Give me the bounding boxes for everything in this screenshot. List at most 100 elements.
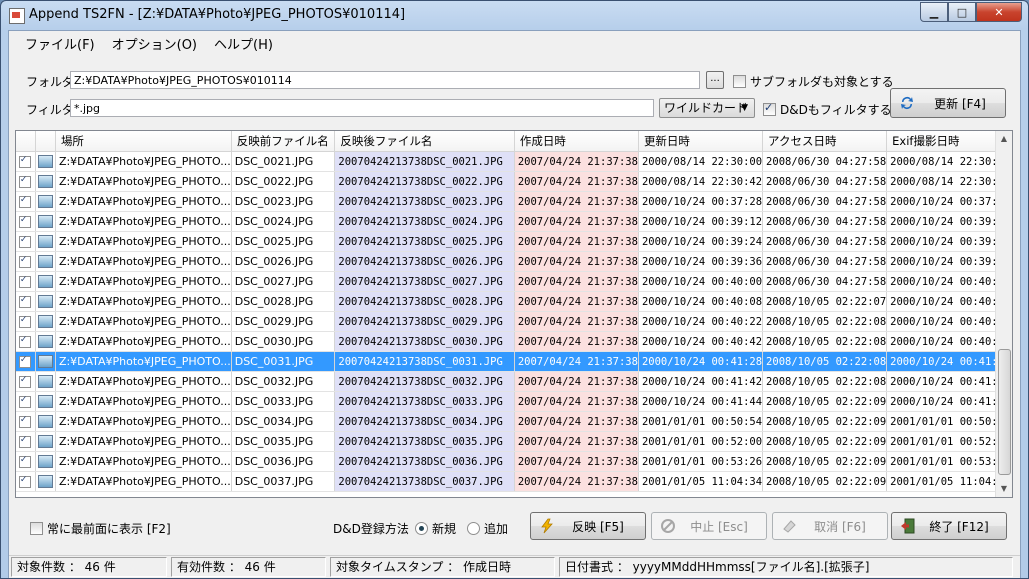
cell-newname: 20070424213738DSC_0030.JPG [334, 331, 515, 352]
radio-dot[interactable] [467, 522, 480, 535]
folder-input[interactable]: Z:¥DATA¥Photo¥JPEG_PHOTOS¥010114 [70, 71, 700, 89]
table-row[interactable]: Z:¥DATA¥Photo¥JPEG_PHOTO...DSC_0035.JPG2… [16, 431, 1012, 452]
row-checkbox-cell[interactable] [16, 171, 36, 192]
cell-modified: 2000/10/24 00:40:08 [638, 291, 764, 312]
table-row[interactable]: Z:¥DATA¥Photo¥JPEG_PHOTO...DSC_0027.JPG2… [16, 271, 1012, 292]
title-bar[interactable]: Append TS2FN - [Z:¥DATA¥Photo¥JPEG_PHOTO… [1, 1, 1028, 30]
subfolder-check-box[interactable] [733, 75, 746, 88]
column-header[interactable]: 反映後ファイル名 [334, 131, 515, 152]
column-header[interactable]: 反映前ファイル名 [231, 131, 336, 152]
menu-options[interactable]: オプション(O) [104, 31, 206, 53]
table-row[interactable]: Z:¥DATA¥Photo¥JPEG_PHOTO...DSC_0021.JPG2… [16, 151, 1012, 172]
column-header[interactable]: 更新日時 [638, 131, 764, 152]
row-checkbox[interactable] [19, 234, 32, 248]
table-row[interactable]: Z:¥DATA¥Photo¥JPEG_PHOTO...DSC_0029.JPG2… [16, 311, 1012, 332]
row-checkbox[interactable] [19, 274, 32, 288]
column-header[interactable]: アクセス日時 [762, 131, 888, 152]
row-checkbox-cell[interactable] [16, 311, 36, 332]
close-button[interactable]: ✕ [976, 2, 1022, 22]
row-checkbox-cell[interactable] [16, 211, 36, 232]
table-row[interactable]: Z:¥DATA¥Photo¥JPEG_PHOTO...DSC_0037.JPG2… [16, 471, 1012, 492]
row-checkbox-cell[interactable] [16, 151, 36, 172]
row-checkbox-cell[interactable] [16, 391, 36, 412]
row-checkbox[interactable] [19, 414, 32, 428]
maximize-button[interactable]: □ [948, 2, 976, 22]
row-checkbox[interactable] [19, 334, 32, 348]
row-checkbox-cell[interactable] [16, 411, 36, 432]
column-header[interactable]: 場所 [55, 131, 232, 152]
table-row[interactable]: Z:¥DATA¥Photo¥JPEG_PHOTO...DSC_0025.JPG2… [16, 231, 1012, 252]
cell-accessed: 2008/10/05 02:22:08 [762, 311, 888, 332]
table-row[interactable]: Z:¥DATA¥Photo¥JPEG_PHOTO...DSC_0036.JPG2… [16, 451, 1012, 472]
row-checkbox[interactable] [19, 254, 32, 268]
row-icon-cell [35, 391, 56, 412]
table-row[interactable]: Z:¥DATA¥Photo¥JPEG_PHOTO...DSC_0030.JPG2… [16, 331, 1012, 352]
row-checkbox-cell[interactable] [16, 371, 36, 392]
row-checkbox[interactable] [19, 294, 32, 308]
table-row[interactable]: Z:¥DATA¥Photo¥JPEG_PHOTO...DSC_0026.JPG2… [16, 251, 1012, 272]
subfolder-checkbox[interactable]: サブフォルダも対象とする [733, 73, 894, 90]
row-checkbox-cell[interactable] [16, 291, 36, 312]
table-row[interactable]: Z:¥DATA¥Photo¥JPEG_PHOTO...DSC_0024.JPG2… [16, 211, 1012, 232]
row-checkbox-cell[interactable] [16, 471, 36, 492]
always-on-top-checkbox[interactable]: 常に最前面に表示 [F2] [30, 520, 171, 537]
table-row[interactable]: Z:¥DATA¥Photo¥JPEG_PHOTO...DSC_0022.JPG2… [16, 171, 1012, 192]
table-row[interactable]: Z:¥DATA¥Photo¥JPEG_PHOTO...DSC_0031.JPG2… [16, 351, 1012, 372]
row-checkbox-cell[interactable] [16, 251, 36, 272]
row-checkbox[interactable] [19, 474, 32, 488]
row-icon-cell [35, 311, 56, 332]
dnd-filter-check-box[interactable] [763, 101, 776, 116]
row-checkbox[interactable] [19, 394, 32, 408]
cell-accessed: 2008/10/05 02:22:09 [762, 471, 888, 492]
dnd-mode-append-radio[interactable]: 追加 [467, 520, 508, 537]
cell-path: Z:¥DATA¥Photo¥JPEG_PHOTO... [55, 171, 232, 192]
minimize-button[interactable]: ▁ [920, 2, 948, 22]
row-checkbox-cell[interactable] [16, 331, 36, 352]
row-checkbox-cell[interactable] [16, 191, 36, 212]
row-checkbox[interactable] [19, 434, 32, 448]
row-checkbox[interactable] [19, 214, 32, 228]
row-checkbox[interactable] [19, 154, 32, 168]
menu-help[interactable]: ヘルプ(H) [206, 31, 282, 53]
column-header[interactable]: 作成日時 [514, 131, 639, 152]
table-row[interactable]: Z:¥DATA¥Photo¥JPEG_PHOTO...DSC_0023.JPG2… [16, 191, 1012, 212]
stop-button[interactable]: 中止 [Esc] [651, 512, 767, 540]
cell-modified: 2000/10/24 00:40:22 [638, 311, 764, 332]
row-checkbox[interactable] [19, 374, 32, 388]
row-checkbox-cell[interactable] [16, 231, 36, 252]
scroll-thumb[interactable] [998, 349, 1011, 475]
menu-file[interactable]: ファイル(F) [17, 31, 104, 53]
row-checkbox[interactable] [19, 314, 32, 328]
browse-button[interactable]: ... [706, 71, 724, 89]
app-icon[interactable] [9, 8, 25, 24]
refresh-button[interactable]: 更新 [F4] [890, 88, 1006, 118]
cancel-button[interactable]: 取消 [F6] [772, 512, 888, 540]
filter-mode-select[interactable]: ワイルドカード ▼ [659, 98, 755, 118]
table-row[interactable]: Z:¥DATA¥Photo¥JPEG_PHOTO...DSC_0028.JPG2… [16, 291, 1012, 312]
dnd-filter-checkbox[interactable]: D&Dもフィルタする [763, 101, 892, 118]
dnd-mode-new-radio[interactable]: 新規 [415, 520, 456, 537]
column-header[interactable] [16, 131, 36, 152]
table-row[interactable]: Z:¥DATA¥Photo¥JPEG_PHOTO...DSC_0032.JPG2… [16, 371, 1012, 392]
exit-button[interactable]: 終了 [F12] [891, 512, 1007, 540]
row-checkbox-cell[interactable] [16, 351, 36, 372]
apply-button[interactable]: 反映 [F5] [530, 512, 646, 540]
row-checkbox[interactable] [19, 354, 32, 368]
scroll-up-icon[interactable]: ▲ [996, 131, 1012, 147]
chevron-down-icon: ▼ [741, 103, 748, 113]
always-on-top-check-box[interactable] [30, 522, 43, 535]
row-checkbox-cell[interactable] [16, 451, 36, 472]
scroll-down-icon[interactable]: ▼ [996, 481, 1012, 497]
row-checkbox[interactable] [19, 454, 32, 468]
column-header[interactable]: Exif撮影日時 [886, 131, 1012, 152]
row-checkbox-cell[interactable] [16, 431, 36, 452]
row-checkbox[interactable] [19, 174, 32, 188]
vertical-scrollbar[interactable]: ▲ ▼ [995, 131, 1012, 497]
filter-input[interactable]: *.jpg [70, 99, 654, 117]
row-checkbox[interactable] [19, 194, 32, 208]
table-row[interactable]: Z:¥DATA¥Photo¥JPEG_PHOTO...DSC_0034.JPG2… [16, 411, 1012, 432]
radio-dot[interactable] [415, 522, 428, 535]
row-checkbox-cell[interactable] [16, 271, 36, 292]
column-header[interactable] [35, 131, 56, 152]
table-row[interactable]: Z:¥DATA¥Photo¥JPEG_PHOTO...DSC_0033.JPG2… [16, 391, 1012, 412]
